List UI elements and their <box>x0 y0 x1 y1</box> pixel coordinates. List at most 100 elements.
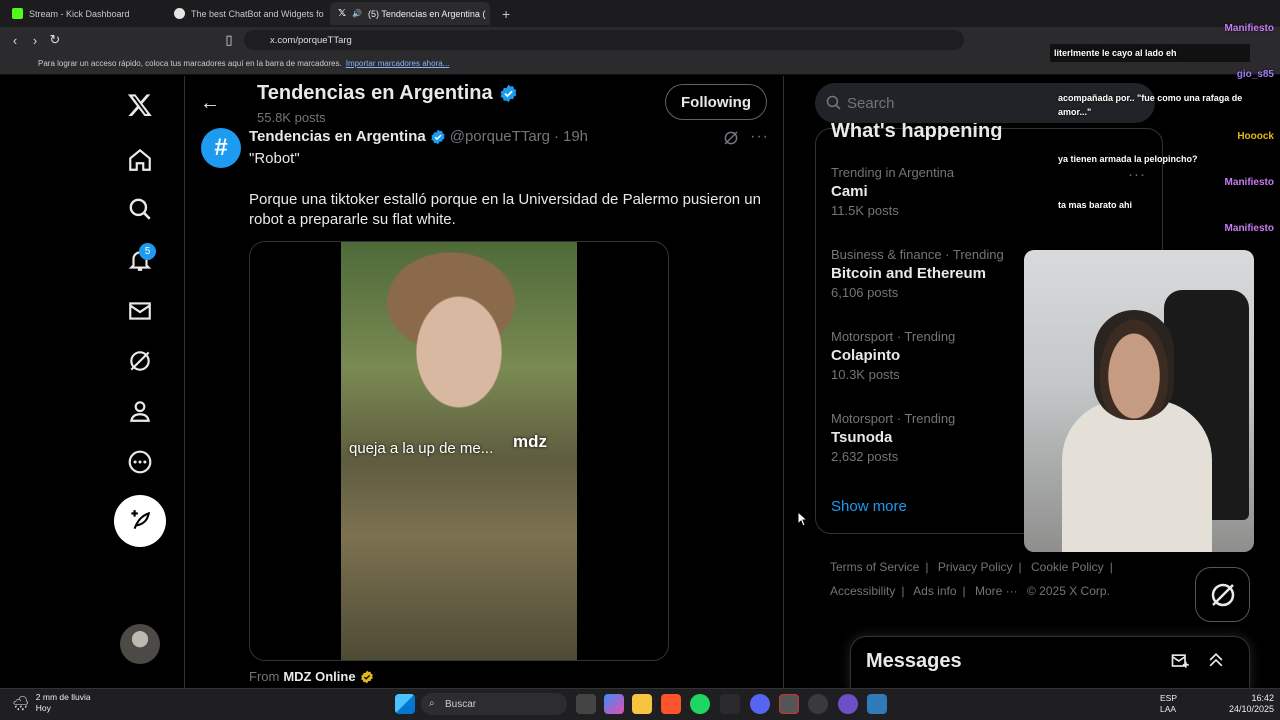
app-icon[interactable] <box>867 694 887 714</box>
separator-dot: · <box>554 128 559 145</box>
chat-username: gio_s85 <box>1236 69 1274 80</box>
back-arrow-icon[interactable]: ← <box>200 92 220 115</box>
video-player[interactable]: queja a la up de me... mdz <box>341 242 577 660</box>
search-icon: ⌕ <box>429 698 435 709</box>
messages-title: Messages <box>866 650 962 672</box>
divider: | <box>901 584 905 598</box>
brave-browser-icon[interactable] <box>661 694 681 714</box>
copyright: © 2025 X Corp. <box>1027 584 1110 598</box>
divider: | <box>962 584 966 598</box>
search-placeholder: Search <box>847 94 895 112</box>
x-home-logo[interactable] <box>120 85 160 125</box>
x-logo-icon: 𝕏 <box>338 8 347 19</box>
search-icon <box>129 198 151 220</box>
kick-icon <box>12 8 23 19</box>
weather-widget[interactable]: 🌧 2 mm de lluvia Hoy <box>12 692 91 714</box>
nav-grok[interactable] <box>120 341 160 381</box>
nav-messages[interactable] <box>120 291 160 331</box>
post-more-icon[interactable]: ··· <box>750 128 769 146</box>
weather-line2: Hoy <box>35 703 51 713</box>
post-author-handle[interactable]: @porqueTTarg <box>450 128 550 145</box>
import-bookmarks-link[interactable]: Importar marcadores ahora... <box>346 59 450 68</box>
bookmarks-hint: Para lograr un acceso rápido, coloca tus… <box>38 59 342 68</box>
chat-username: Manifiesto <box>1224 177 1274 188</box>
show-more-link[interactable]: Show more <box>831 498 907 515</box>
chat-message: ya tienen armada la pelopincho? <box>1058 154 1198 164</box>
reload-icon[interactable]: ↻ <box>46 31 64 49</box>
person-icon <box>130 401 150 422</box>
divider: | <box>925 560 929 574</box>
back-icon[interactable]: ‹ <box>6 31 24 49</box>
discord-icon[interactable] <box>750 694 770 714</box>
grok-floating-button[interactable] <box>1195 567 1250 622</box>
task-view-icon[interactable] <box>576 694 596 714</box>
webcam-person-body <box>1062 400 1212 552</box>
footer-link[interactable]: Ads info <box>913 584 956 598</box>
tab-x-tendencias[interactable]: 𝕏 🔊 (5) Tendencias en Argentina ( ✕ <box>330 2 490 25</box>
file-explorer-icon[interactable] <box>632 694 652 714</box>
post-header: Tendencias en Argentina @porqueTTarg · 1… <box>249 128 588 145</box>
home-icon <box>129 148 151 171</box>
input-language[interactable]: ESP LAA <box>1160 693 1177 715</box>
chat-username: Manifiesto <box>1224 223 1274 234</box>
page-title: Tendencias en Argentina <box>257 82 518 105</box>
app-icon[interactable] <box>720 694 740 714</box>
nav-more[interactable] <box>120 442 160 482</box>
post-media[interactable]: queja a la up de me... mdz <box>249 241 669 661</box>
post-time[interactable]: 19h <box>563 128 588 145</box>
tab-kick-dashboard[interactable]: Stream - Kick Dashboard <box>4 2 162 25</box>
trends-title: What's happening <box>831 120 1003 140</box>
bookmark-icon[interactable]: ▯ <box>220 31 238 49</box>
verified-badge-icon <box>431 129 445 144</box>
search-icon <box>826 95 841 110</box>
url-bar[interactable]: x.com/porqueTTarg <box>244 30 964 50</box>
tab-chatbot[interactable]: The best ChatBot and Widgets for Ki <box>166 2 324 25</box>
new-message-icon[interactable] <box>1170 651 1190 676</box>
new-tab-button[interactable]: + <box>494 2 516 25</box>
nav-home[interactable] <box>120 140 160 180</box>
footer-link[interactable]: Accessibility <box>830 584 895 598</box>
system-clock[interactable]: 16:42 24/10/2025 <box>1218 693 1274 715</box>
weather-line1: 2 mm de lluvia <box>35 692 91 702</box>
compose-post-button[interactable] <box>114 495 166 547</box>
mouse-cursor-icon <box>797 511 809 527</box>
footer-link[interactable]: More ··· <box>975 584 1018 598</box>
account-avatar[interactable] <box>120 624 160 664</box>
post-text-body: Porque una tiktoker estalló porque en la… <box>249 191 761 228</box>
footer-link[interactable]: Terms of Service <box>830 560 919 574</box>
taskbar-search[interactable]: ⌕ Buscar <box>421 693 567 715</box>
obs-icon[interactable] <box>808 694 828 714</box>
divider: | <box>1018 560 1022 574</box>
chat-username: Manifiesto <box>1224 23 1274 34</box>
post-author-name[interactable]: Tendencias en Argentina <box>249 128 426 145</box>
copilot-icon[interactable] <box>604 694 624 714</box>
divider: | <box>1109 560 1113 574</box>
x-logo-icon <box>127 94 152 117</box>
gold-verified-icon <box>360 670 373 683</box>
webcam-overlay <box>1024 250 1254 552</box>
grok-post-icon[interactable] <box>722 129 740 152</box>
nav-explore[interactable] <box>120 189 160 229</box>
audio-icon: 🔊 <box>352 9 363 18</box>
footer-link[interactable]: Cookie Policy <box>1031 560 1104 574</box>
video-watermark-logo: mdz <box>513 432 547 451</box>
following-button[interactable]: Following <box>665 84 767 120</box>
post-count: 55.8K posts <box>257 110 326 125</box>
verified-badge-icon <box>500 84 516 103</box>
feather-plus-icon <box>131 510 151 529</box>
grok-icon <box>130 351 150 371</box>
tab-title: Stream - Kick Dashboard <box>29 8 130 19</box>
lang-layout: LAA <box>1160 704 1177 714</box>
forward-icon[interactable]: › <box>26 31 44 49</box>
chatbot-icon <box>174 8 185 19</box>
nav-profile[interactable] <box>120 391 160 431</box>
app-icon[interactable] <box>838 694 858 714</box>
spotify-icon[interactable] <box>690 694 710 714</box>
expand-up-icon[interactable] <box>1206 650 1226 675</box>
windows-start-icon[interactable] <box>395 694 415 714</box>
from-source-link[interactable]: MDZ Online <box>283 669 355 684</box>
post-author-avatar[interactable]: # <box>201 128 241 168</box>
tab-title: (5) Tendencias en Argentina ( <box>368 8 486 19</box>
active-app-icon[interactable] <box>779 694 799 714</box>
footer-link[interactable]: Privacy Policy <box>938 560 1013 574</box>
